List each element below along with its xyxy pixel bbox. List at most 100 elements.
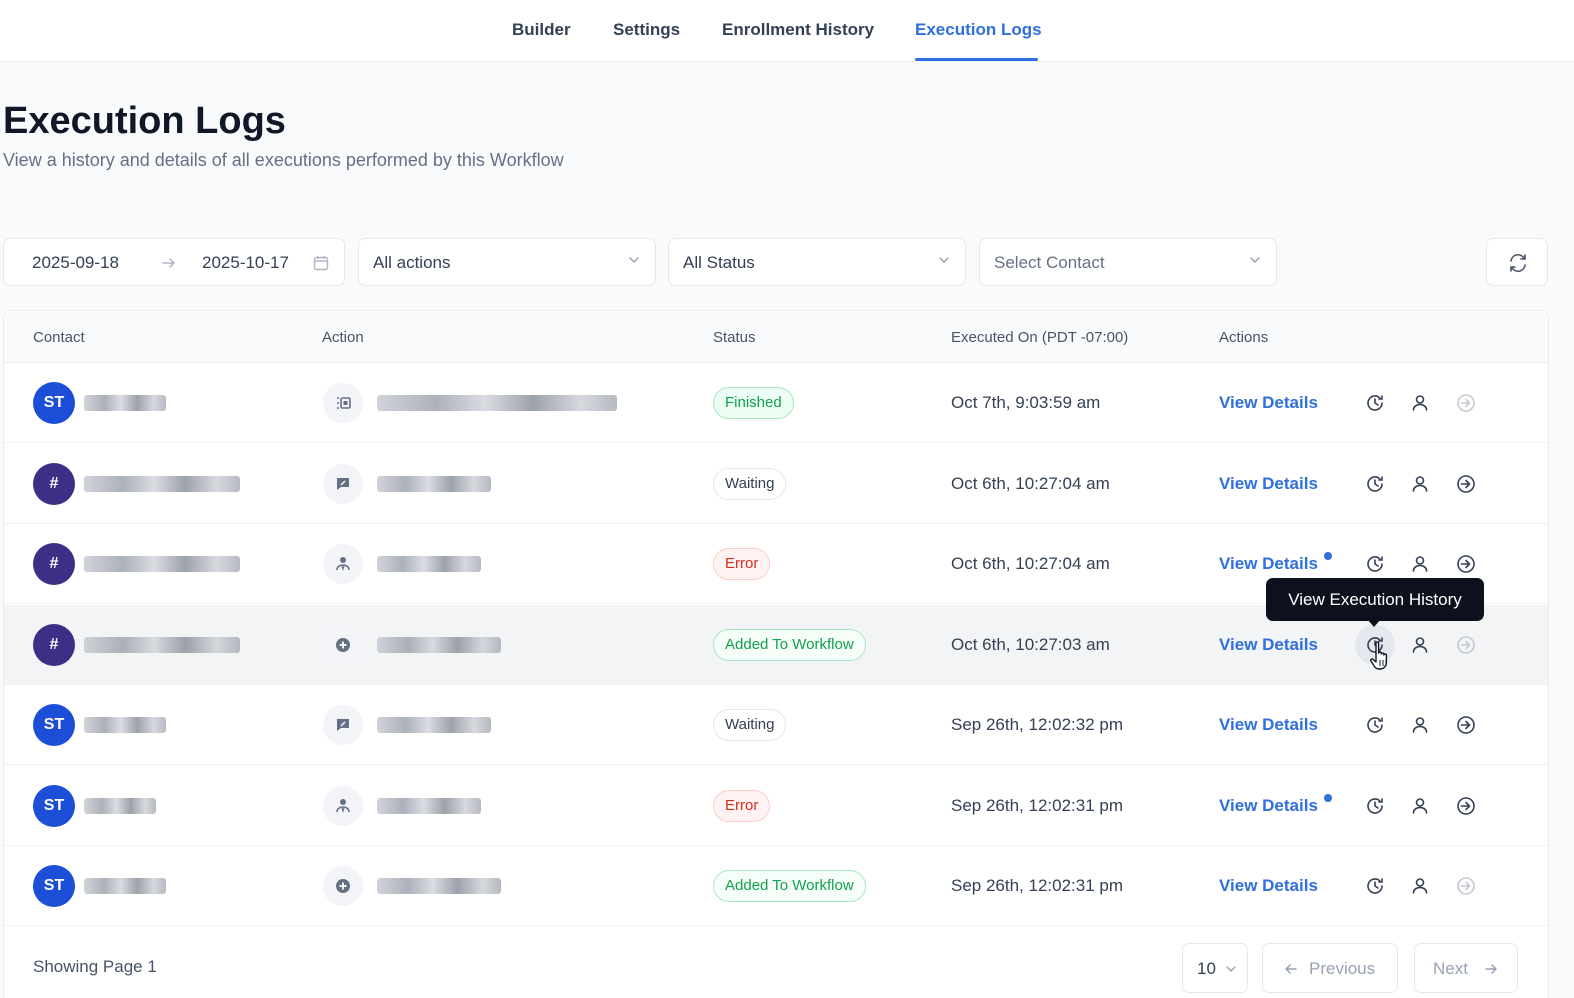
execution-history-icon[interactable] <box>1364 795 1386 817</box>
table-header: Contact Action Status Executed On (PDT -… <box>4 311 1548 363</box>
column-header-contact: Contact <box>33 329 85 346</box>
execution-history-icon[interactable] <box>1364 714 1386 736</box>
next-label: Next <box>1433 959 1468 978</box>
execution-history-icon[interactable] <box>1364 875 1386 897</box>
column-header-action: Action <box>322 329 364 346</box>
exit-workflow-icon[interactable] <box>1455 634 1477 656</box>
unread-dot <box>1324 552 1332 560</box>
exit-workflow-icon[interactable] <box>1455 473 1477 495</box>
table-row: ST Added To Workflow Sep 26th, 12:02:31 pm… <box>4 846 1548 926</box>
status-badge: Added To Workflow <box>713 870 866 902</box>
contact-name-redacted[interactable] <box>84 395 166 411</box>
contact-name-redacted[interactable] <box>84 797 156 814</box>
status-badge: Finished <box>713 387 794 419</box>
calendar-icon <box>313 256 329 271</box>
view-details-link[interactable]: View Details <box>1219 876 1318 896</box>
date-range-picker[interactable]: 2025-09-18 2025-10-17 <box>3 238 345 286</box>
status-filter-select[interactable]: All Status <box>668 238 966 286</box>
previous-page-button[interactable]: Previous <box>1262 943 1398 993</box>
avatar[interactable]: # <box>33 462 75 505</box>
execution-history-icon[interactable] <box>1364 392 1386 414</box>
add-circle-icon <box>323 624 363 665</box>
avatar[interactable]: ST <box>33 704 75 746</box>
action-name-redacted <box>377 556 481 572</box>
status-badge: Waiting <box>713 709 787 741</box>
view-details-link[interactable]: View Details <box>1219 393 1318 413</box>
executed-on: Oct 6th, 10:27:04 am <box>951 554 1110 573</box>
table-row: # Waiting Oct 6th, 10:27:04 am View Details <box>4 444 1548 524</box>
avatar[interactable]: # <box>33 543 75 585</box>
executed-on: Oct 6th, 10:27:03 am <box>951 634 1110 654</box>
status-badge: Error <box>713 548 771 580</box>
execution-history-icon[interactable] <box>1364 473 1386 495</box>
assign-user-icon <box>323 544 363 584</box>
tab-builder[interactable]: Builder <box>512 20 571 40</box>
action-filter-value: All actions <box>373 253 451 272</box>
calendar-icon <box>323 383 363 423</box>
next-page-button[interactable]: Next <box>1414 943 1518 993</box>
hand-cursor-icon <box>1370 641 1388 670</box>
execution-logs-table: Contact Action Status Executed On (PDT -… <box>3 310 1549 998</box>
executed-on: Sep 26th, 12:02:32 pm <box>951 715 1124 734</box>
avatar[interactable]: # <box>33 623 75 666</box>
status-badge: Waiting <box>713 467 787 500</box>
contact-icon[interactable] <box>1409 795 1431 817</box>
avatar[interactable]: ST <box>33 784 75 827</box>
contact-icon[interactable] <box>1409 553 1431 575</box>
action-name-redacted <box>377 636 501 653</box>
chevron-down-icon <box>1250 257 1260 263</box>
tab-bar: Builder Settings Enrollment History Exec… <box>0 0 1574 62</box>
message-icon <box>323 463 363 504</box>
active-tab-indicator <box>915 58 1038 61</box>
contact-name-redacted[interactable] <box>84 878 166 894</box>
arrow-left-icon <box>1285 964 1297 974</box>
contact-filter-select[interactable]: Select Contact <box>979 238 1277 286</box>
contact-name-redacted[interactable] <box>84 717 166 733</box>
contact-icon[interactable] <box>1409 634 1431 656</box>
tab-enrollment-history[interactable]: Enrollment History <box>722 20 874 40</box>
contact-filter-placeholder: Select Contact <box>994 253 1105 272</box>
action-name-redacted <box>377 475 491 492</box>
contact-name-redacted[interactable] <box>84 475 240 492</box>
column-header-actions: Actions <box>1219 329 1269 346</box>
view-details-link[interactable]: View Details <box>1219 796 1318 816</box>
executed-on: Sep 26th, 12:02:31 pm <box>951 876 1124 895</box>
tooltip-arrow <box>1367 619 1381 627</box>
executed-on: Oct 7th, 9:03:59 am <box>951 393 1101 412</box>
contact-name-redacted[interactable] <box>84 556 240 572</box>
page-size-select[interactable]: 10 <box>1182 943 1248 993</box>
table-row: ST Finished Oct 7th, 9:03:59 am View Detail… <box>4 363 1548 443</box>
tab-execution-logs[interactable]: Execution Logs <box>915 20 1042 40</box>
exit-workflow-icon[interactable] <box>1455 392 1477 414</box>
exit-workflow-icon[interactable] <box>1455 714 1477 736</box>
view-details-link[interactable]: View Details <box>1219 635 1318 655</box>
execution-history-icon[interactable] <box>1364 553 1386 575</box>
contact-icon[interactable] <box>1409 875 1431 897</box>
chevron-down-icon <box>629 257 639 263</box>
exit-workflow-icon[interactable] <box>1455 553 1477 575</box>
arrow-right-icon <box>162 258 175 268</box>
contact-icon[interactable] <box>1409 473 1431 495</box>
avatar[interactable]: ST <box>33 382 75 424</box>
execution-history-tooltip: View Execution History <box>1266 578 1484 621</box>
contact-icon[interactable] <box>1409 392 1431 414</box>
contact-icon[interactable] <box>1409 714 1431 736</box>
executed-on: Oct 6th, 10:27:04 am <box>951 473 1110 493</box>
chevron-down-icon <box>1226 966 1236 972</box>
view-details-link[interactable]: View Details <box>1219 554 1318 574</box>
action-name-redacted <box>377 717 491 733</box>
view-details-link[interactable]: View Details <box>1219 474 1318 494</box>
previous-label: Previous <box>1309 959 1376 978</box>
page-subtitle: View a history and details of all execut… <box>3 150 564 170</box>
refresh-button[interactable] <box>1486 238 1548 286</box>
refresh-icon <box>1510 253 1526 273</box>
exit-workflow-icon[interactable] <box>1455 875 1477 897</box>
contact-name-redacted[interactable] <box>84 636 240 653</box>
exit-workflow-icon[interactable] <box>1455 795 1477 817</box>
avatar[interactable]: ST <box>33 865 75 907</box>
chevron-down-icon <box>939 257 949 263</box>
unread-dot <box>1324 793 1332 802</box>
action-filter-select[interactable]: All actions <box>358 238 656 286</box>
tab-settings[interactable]: Settings <box>613 20 680 40</box>
view-details-link[interactable]: View Details <box>1219 715 1318 735</box>
